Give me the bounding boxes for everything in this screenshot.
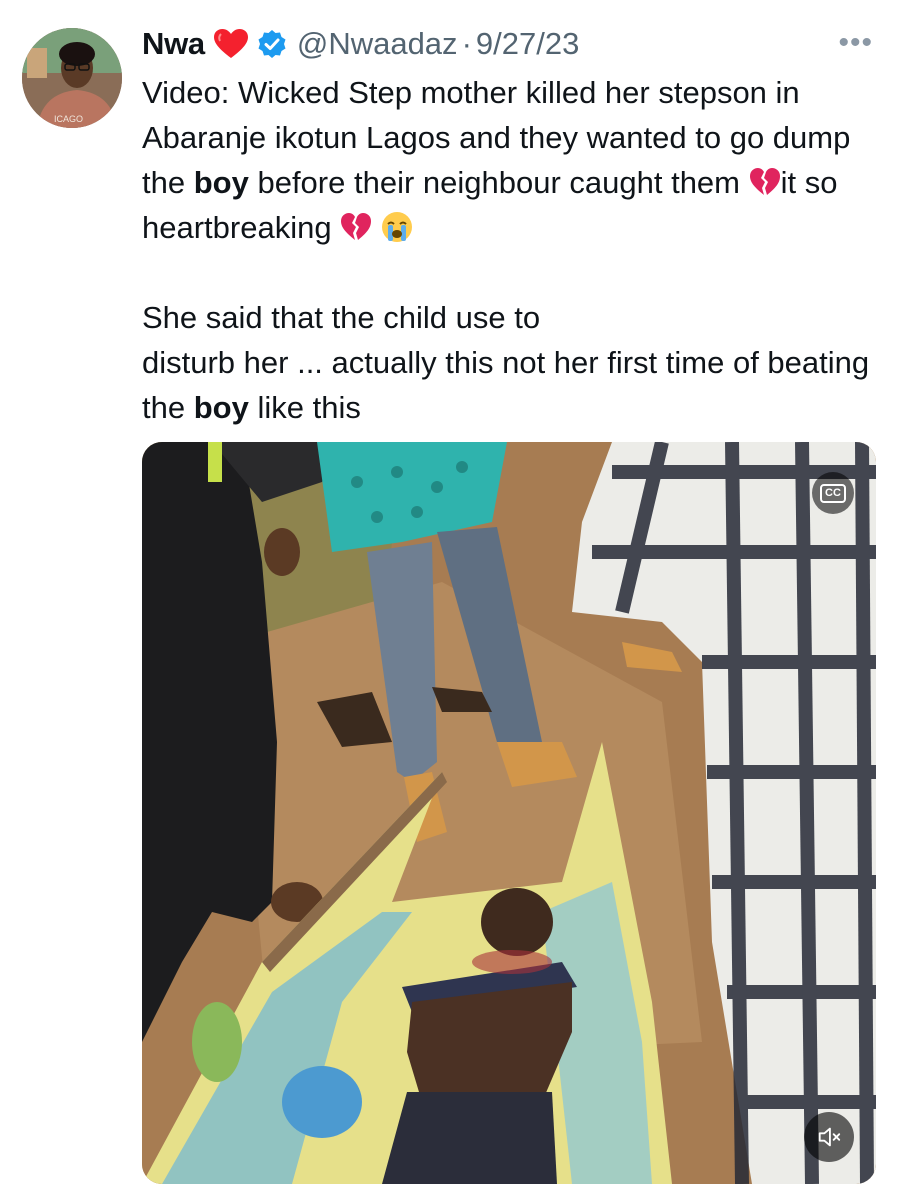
red-heart-icon <box>213 28 249 60</box>
text-segment: before their neighbour caught them <box>248 165 749 200</box>
crying-face-icon <box>381 210 413 242</box>
paragraph-2: She said that the child use to disturb he… <box>142 295 882 430</box>
video-frame <box>142 442 876 1184</box>
more-options-icon[interactable]: ••• <box>838 26 873 60</box>
verified-badge-icon[interactable] <box>257 29 287 59</box>
highlight-boy: boy <box>193 165 249 200</box>
avatar-image: ICAGO <box>22 28 122 128</box>
broken-heart-icon <box>340 210 372 242</box>
video-player[interactable]: CC <box>142 442 876 1184</box>
text-segment: like this <box>248 390 361 425</box>
avatar-shirt-text: ICAGO <box>54 114 83 124</box>
separator: · <box>461 26 472 61</box>
tweet-header: Nwa @Nwaadaz · 9/27/23 ••• <box>142 20 877 68</box>
tweet: ICAGO Nwa @Nwaadaz · 9/27/23 ••• Video: … <box>0 0 897 1200</box>
mute-icon <box>818 1127 841 1147</box>
author-name[interactable]: Nwa <box>142 26 205 62</box>
mute-button[interactable] <box>804 1112 854 1162</box>
highlight-boy: boy <box>193 390 249 425</box>
broken-heart-icon <box>749 165 781 197</box>
paragraph-1: Video: Wicked Step mother killed her ste… <box>142 70 882 250</box>
tweet-date[interactable]: 9/27/23 <box>476 26 579 62</box>
text-segment: She said that the child use to <box>142 300 541 335</box>
tweet-text: Video: Wicked Step mother killed her ste… <box>142 70 882 430</box>
avatar[interactable]: ICAGO <box>22 28 122 128</box>
cc-icon: CC <box>820 483 846 503</box>
cc-button[interactable]: CC <box>812 472 854 514</box>
author-handle[interactable]: @Nwaadaz <box>297 26 458 62</box>
